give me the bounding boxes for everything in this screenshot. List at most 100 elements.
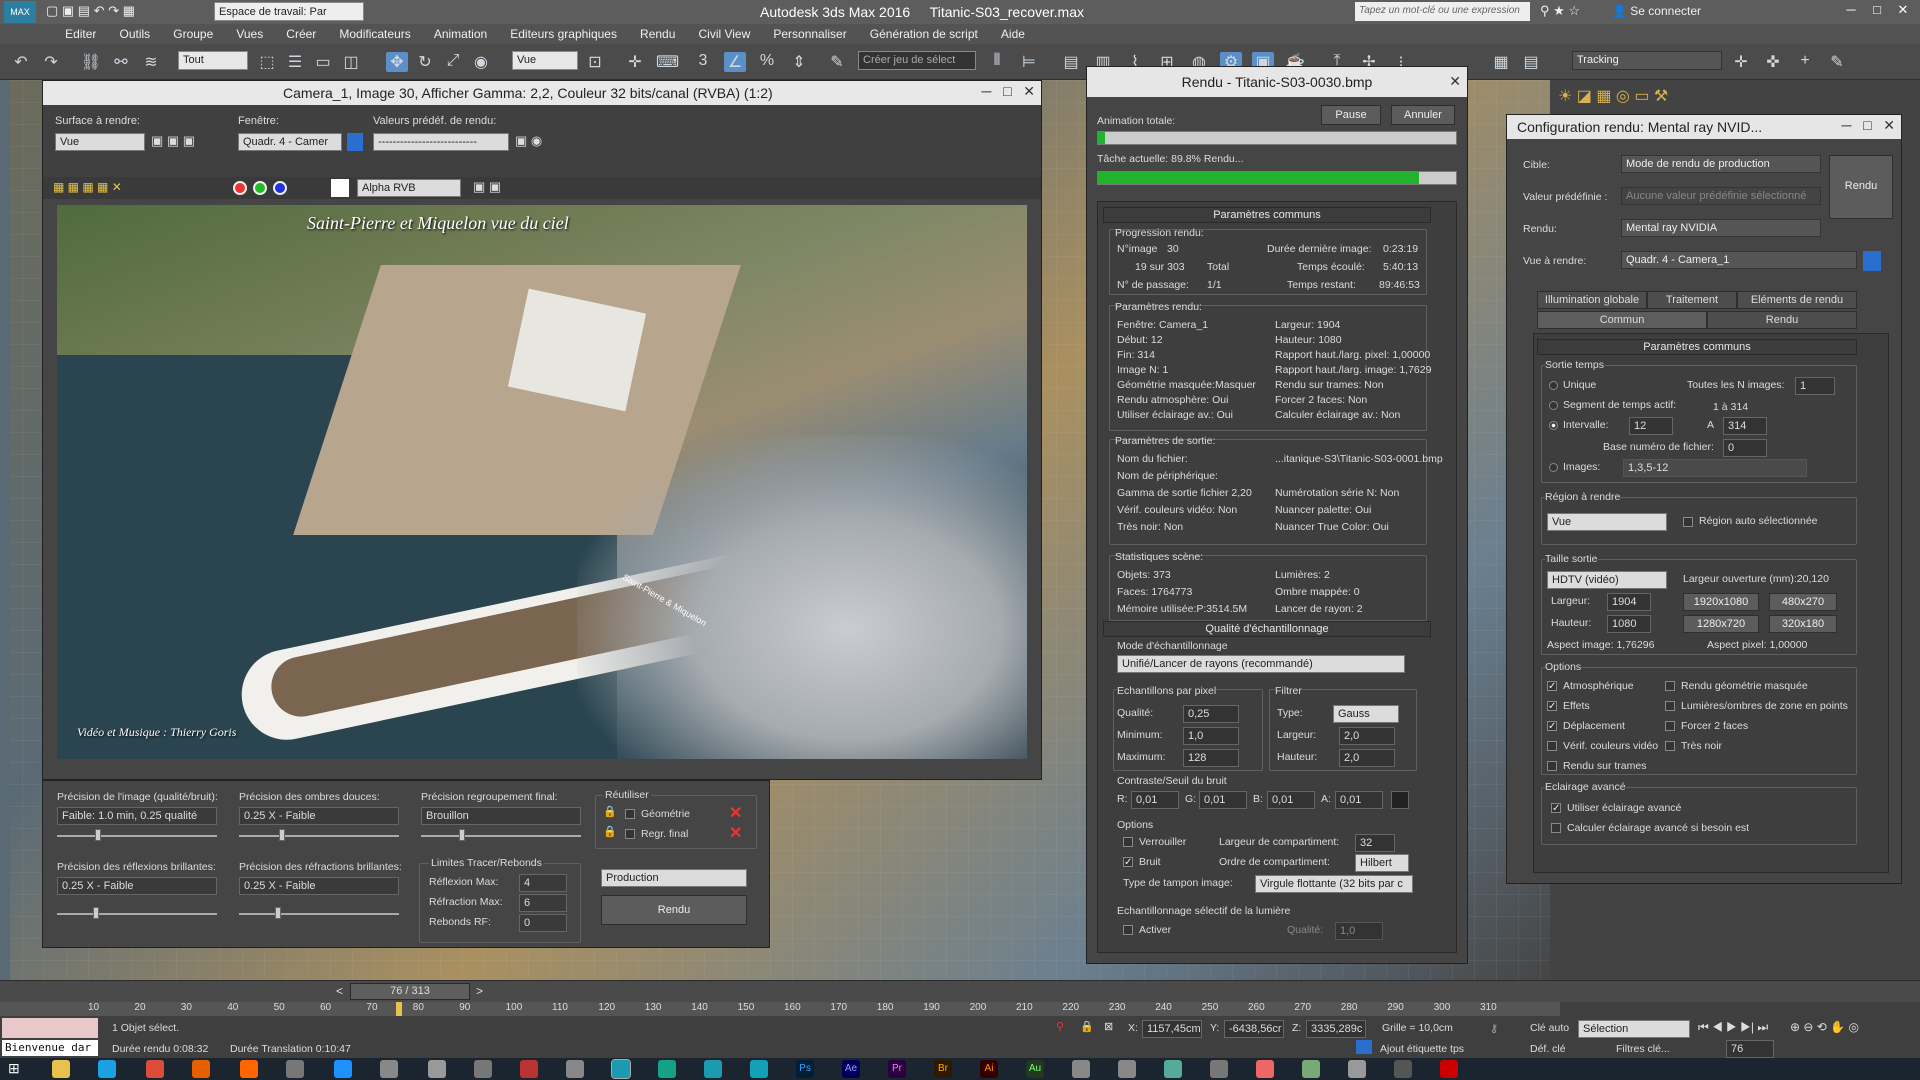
lock-checkbox[interactable]	[1123, 837, 1133, 847]
activate-checkbox[interactable]	[1123, 925, 1133, 935]
menu-item[interactable]: Editeurs graphiques	[500, 24, 627, 41]
add-time-tag[interactable]: Ajout étiquette tps	[1380, 1043, 1464, 1055]
glossy-refr-slider[interactable]	[239, 907, 399, 919]
refl-max-spinner[interactable]: 4	[519, 874, 567, 892]
app-icon[interactable]	[750, 1060, 768, 1078]
displacement-checkbox[interactable]: ✓	[1547, 721, 1557, 732]
final-reg-checkbox[interactable]	[625, 829, 635, 839]
y-coordinate[interactable]: -6438,56cr	[1224, 1020, 1284, 1038]
super-black-checkbox[interactable]	[1665, 741, 1675, 751]
tracking-add-icon[interactable]: ✛	[1730, 52, 1752, 72]
pivot-icon[interactable]: ⊡	[584, 52, 606, 72]
search-input[interactable]: Tapez un mot-clé ou une expression	[1355, 2, 1530, 21]
after-effects-icon[interactable]: Ae	[842, 1060, 860, 1078]
render-setup-render-button[interactable]: Rendu	[1829, 155, 1893, 219]
preset-320x180-button[interactable]: 320x180	[1769, 615, 1837, 633]
file-base-spinner[interactable]: 0	[1723, 439, 1767, 457]
lock-geometry-icon[interactable]: 🔒	[603, 805, 617, 818]
filter-width-spinner[interactable]: 2,0	[1339, 727, 1395, 745]
key-mode-icon[interactable]: ⚷	[1490, 1022, 1498, 1035]
active-seg-radio[interactable]	[1549, 401, 1558, 410]
tracking-set-icon[interactable]: ✜	[1762, 52, 1784, 72]
prev-frame-icon[interactable]: <	[336, 984, 343, 998]
bucket-width-spinner[interactable]: 32	[1355, 834, 1395, 852]
frame-tools-icons[interactable]: ▦ ▦ ▦ ▦ ✕	[53, 180, 122, 194]
link-icon[interactable]: ⛓	[80, 52, 102, 72]
contrast-b-spinner[interactable]: 0,01	[1267, 791, 1315, 809]
minimum-spinner[interactable]: 1,0	[1183, 727, 1239, 745]
premiere-icon[interactable]: Pr	[888, 1060, 906, 1078]
render-setup-controls[interactable]: ─ □ ✕	[1842, 117, 1895, 134]
isolate-icon[interactable]: ⚲	[1056, 1020, 1064, 1033]
cancel-button[interactable]: Annuler	[1391, 105, 1455, 125]
compute-advanced-lighting-checkbox[interactable]	[1551, 823, 1561, 833]
single-radio[interactable]	[1549, 381, 1558, 390]
app-icon[interactable]	[428, 1060, 446, 1078]
window-controls[interactable]: ─ □ ✕	[1838, 2, 1916, 18]
display-toggle-icons[interactable]: ▣ ▣	[473, 179, 501, 195]
absolute-mode-icon[interactable]: ⊠	[1104, 1020, 1113, 1033]
media-icon[interactable]	[240, 1060, 258, 1078]
x-coordinate[interactable]: 1157,45cm	[1142, 1020, 1202, 1038]
snaps-icon[interactable]: 3	[692, 52, 714, 72]
area-lights-checkbox[interactable]	[1665, 701, 1675, 711]
app-icon[interactable]	[520, 1060, 538, 1078]
preset-dropdown[interactable]: ---------------------------	[373, 133, 509, 151]
tab-render-elements[interactable]: Eléments de rendu	[1737, 291, 1857, 309]
pause-button[interactable]: Pause	[1321, 105, 1381, 125]
menu-item[interactable]: Animation	[424, 24, 497, 41]
welcome-text[interactable]: Bienvenue dar	[2, 1040, 98, 1056]
chrome-icon[interactable]	[146, 1060, 164, 1078]
renderer-dropdown[interactable]: Mental ray NVIDIA	[1621, 219, 1821, 237]
track-bar[interactable]: 10 20 30 40 50 60 70 80 90 100 110 120 130 140 150 160 1…	[0, 1002, 1560, 1016]
app-icon[interactable]	[658, 1060, 676, 1078]
soft-shadow-slider[interactable]	[239, 829, 399, 841]
select-by-name-icon[interactable]: ☰	[284, 52, 306, 72]
time-slider[interactable]: < 76 / 313 >	[0, 980, 1920, 1002]
viewport-nav-icons[interactable]: ⊕ ⊖ ⟲ ✋ ◎	[1790, 1020, 1859, 1034]
mode-dropdown[interactable]: Production	[601, 869, 747, 887]
effects-checkbox[interactable]: ✓	[1547, 701, 1557, 712]
frame-slider-thumb[interactable]: 76 / 313	[350, 983, 470, 1000]
3dsmax-icon[interactable]	[611, 1059, 631, 1079]
video-color-check-checkbox[interactable]	[1547, 741, 1557, 751]
preset-tools-icons[interactable]: ▣ ◉	[515, 133, 542, 149]
frames-radio[interactable]	[1549, 463, 1558, 472]
menu-item[interactable]: Personnaliser	[763, 24, 856, 41]
place-icon[interactable]: ◉	[470, 52, 492, 72]
contrast-color-swatch[interactable]	[1391, 791, 1409, 809]
sign-in-button[interactable]: 👤 Se connecter	[1612, 4, 1701, 18]
render-button[interactable]: Rendu	[601, 895, 747, 925]
photoshop-icon[interactable]: Ps	[796, 1060, 814, 1078]
bridge-icon[interactable]: Br	[934, 1060, 952, 1078]
bind-space-warp-icon[interactable]: ≋	[140, 52, 162, 72]
app-icon[interactable]	[1394, 1060, 1412, 1078]
height-spinner[interactable]: 1080	[1607, 615, 1651, 633]
tab-global-illumination[interactable]: Illumination globale	[1537, 291, 1647, 309]
light-quality-spinner[interactable]: 1,0	[1335, 922, 1383, 940]
preset-1920x1080-button[interactable]: 1920x1080	[1683, 593, 1759, 611]
app-icon[interactable]	[1072, 1060, 1090, 1078]
menu-item[interactable]: Modificateurs	[329, 24, 420, 41]
percent-snap-icon[interactable]: %	[756, 52, 778, 72]
use-advanced-lighting-checkbox[interactable]: ✓	[1551, 803, 1561, 814]
tracking-dropdown[interactable]: Tracking	[1572, 51, 1722, 70]
contrast-g-spinner[interactable]: 0,01	[1199, 791, 1247, 809]
frames-field[interactable]: 1,3,5-12	[1623, 459, 1807, 477]
tab-processing[interactable]: Traitement	[1647, 291, 1737, 309]
atmospheric-checkbox[interactable]: ✓	[1547, 681, 1557, 692]
menu-item[interactable]: Aide	[991, 24, 1035, 41]
firefox-icon[interactable]	[192, 1060, 210, 1078]
auto-key-button[interactable]: Clé auto	[1530, 1022, 1569, 1034]
menu-item[interactable]: Outils	[109, 24, 160, 41]
filter-height-spinner[interactable]: 2,0	[1339, 749, 1395, 767]
auto-region-checkbox[interactable]	[1683, 517, 1693, 527]
sampling-quality-header[interactable]: Qualité d'échantillonnage	[1103, 621, 1431, 637]
view-dropdown[interactable]: Quadr. 4 - Camera_1	[1621, 251, 1857, 269]
view-lock-icon[interactable]	[1863, 251, 1881, 271]
app-icon[interactable]	[334, 1060, 352, 1078]
skype-icon[interactable]	[98, 1060, 116, 1078]
spinner-snap-icon[interactable]: ⇕	[788, 52, 810, 72]
noise-checkbox[interactable]: ✓	[1123, 857, 1133, 868]
contrast-a-spinner[interactable]: 0,01	[1335, 791, 1383, 809]
